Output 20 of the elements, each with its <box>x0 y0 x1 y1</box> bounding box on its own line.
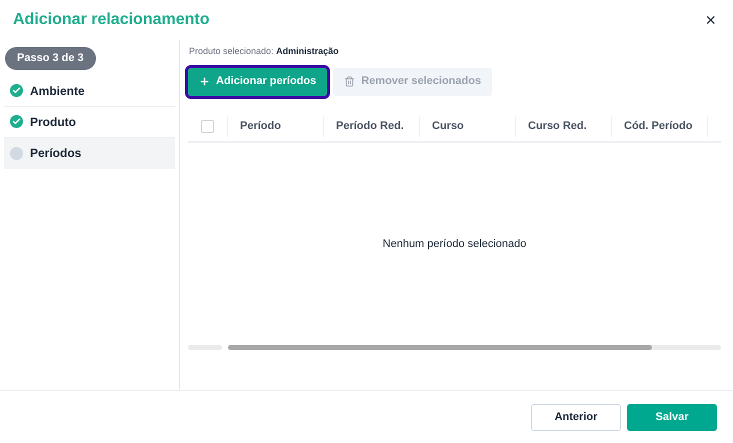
pending-step-icon <box>10 146 23 160</box>
select-all-checkbox[interactable] <box>201 120 214 133</box>
column-header: Cód. Período <box>624 119 692 134</box>
step-item[interactable]: Períodos <box>4 138 175 168</box>
check-icon <box>10 84 23 97</box>
empty-message: Nenhum período selecionado <box>382 236 526 252</box>
trash-icon <box>344 76 356 87</box>
step-counter-badge: Passo 3 de 3 <box>5 47 96 70</box>
check-icon <box>10 115 23 128</box>
dialog-title: Adicionar relacionamento <box>13 10 210 30</box>
previous-button[interactable]: Anterior <box>531 404 621 430</box>
horizontal-scrollbar[interactable] <box>228 345 721 350</box>
close-button[interactable]: × <box>705 11 716 29</box>
step-item[interactable]: Ambiente <box>4 76 175 106</box>
column-header: Curso Red. <box>528 119 587 134</box>
column-header: Curso <box>432 119 464 134</box>
column-header: Período <box>240 119 281 134</box>
selected-product-text: Produto selecionado: Administração <box>189 45 340 58</box>
column-header: Período Red. <box>336 119 404 134</box>
plus-icon <box>199 76 210 87</box>
